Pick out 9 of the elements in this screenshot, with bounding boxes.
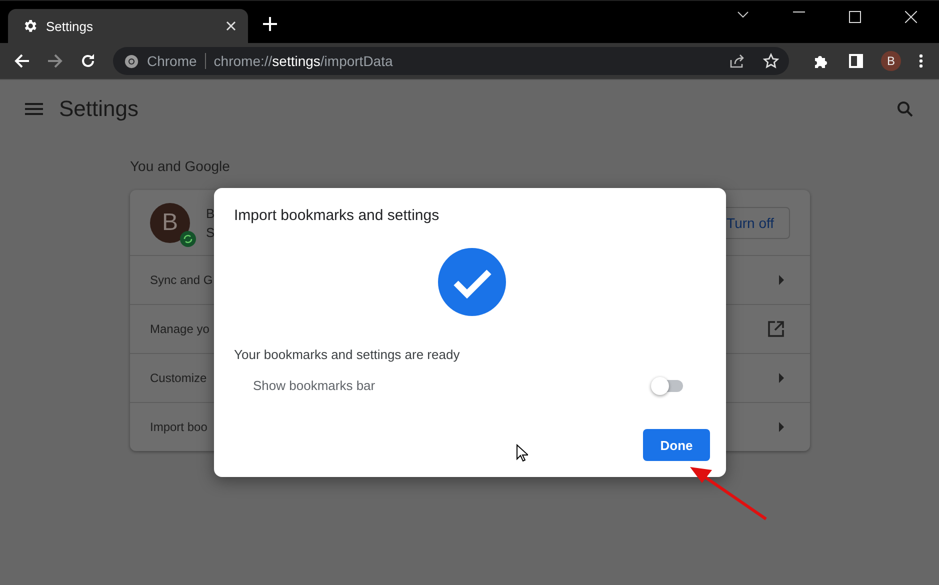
section-title: You and Google <box>130 158 231 174</box>
dialog-message: Your bookmarks and settings are ready <box>234 347 461 362</box>
account-name: B <box>206 206 215 220</box>
toggle-label: Show bookmarks bar <box>253 378 376 393</box>
page-title: Settings <box>59 96 138 122</box>
account-status: S <box>206 224 215 240</box>
dialog-title: Import bookmarks and settings <box>234 207 440 224</box>
site-label: Chrome <box>147 53 197 69</box>
url-text: chrome://settings/importData <box>214 53 393 69</box>
